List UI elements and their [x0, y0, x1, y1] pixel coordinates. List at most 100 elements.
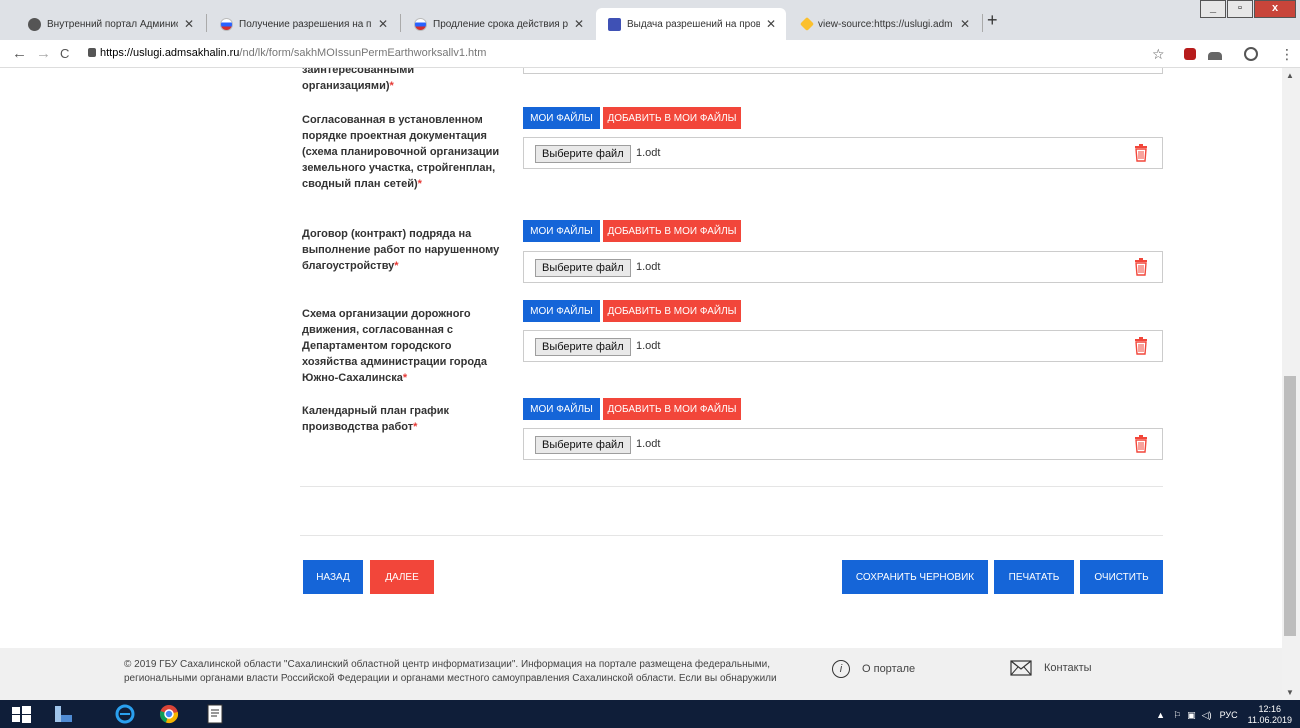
mail-icon [1010, 660, 1032, 676]
scroll-down-icon[interactable]: ▼ [1286, 688, 1294, 697]
tab-permit-extend[interactable]: Продление срока действия раз ✕ [402, 8, 594, 40]
print-button[interactable]: ПЕЧАТАТЬ [994, 560, 1074, 594]
next-button[interactable]: ДАЛЕЕ [370, 560, 434, 594]
url-path: /nd/lk/form/sakhMOIssunPermEarthworksall… [239, 47, 487, 59]
required-mark: * [394, 260, 399, 272]
reload-icon[interactable]: C [60, 46, 69, 61]
file-name: 1.odt [636, 261, 661, 273]
required-mark: * [389, 80, 394, 92]
field-label-text: заинтересованными организациями) [302, 68, 415, 92]
info-icon: i [832, 660, 850, 678]
divider [300, 535, 1163, 536]
back-button[interactable]: НАЗАД [303, 560, 363, 594]
ublock-icon[interactable] [1184, 48, 1196, 60]
contacts-link[interactable]: Контакты [1010, 660, 1092, 676]
divider [300, 486, 1163, 487]
volume-icon[interactable]: ◁) [1202, 710, 1212, 721]
file-input-box: Выберите файл 1.odt [523, 428, 1163, 460]
system-tray: ▲ ⚐ ▣ ◁) РУС 12:16 11.06.2019 [1156, 704, 1292, 726]
my-files-button[interactable]: МОИ ФАЙЛЫ [523, 220, 600, 242]
required-mark: * [413, 421, 418, 433]
diamond-icon [799, 16, 815, 32]
chrome-icon[interactable] [158, 703, 180, 725]
internet-explorer-icon[interactable] [114, 703, 136, 725]
add-to-my-files-button[interactable]: ДОБАВИТЬ В МОИ ФАЙЛЫ [603, 220, 741, 242]
add-to-my-files-button[interactable]: ДОБАВИТЬ В МОИ ФАЙЛЫ [603, 300, 741, 322]
tray-expand-icon[interactable]: ▲ [1156, 710, 1165, 720]
network-icon[interactable]: ▣ [1187, 710, 1196, 721]
add-to-my-files-button[interactable]: ДОБАВИТЬ В МОИ ФАЙЛЫ [603, 107, 741, 129]
field-label-text: Схема организации дорожного движения, со… [302, 308, 488, 384]
choose-file-button[interactable]: Выберите файл [535, 259, 631, 277]
trash-icon[interactable] [1134, 144, 1148, 162]
previous-file-box [523, 68, 1163, 74]
forward-arrow-icon[interactable]: → [36, 45, 51, 62]
choose-file-button[interactable]: Выберите файл [535, 436, 631, 454]
tab-close-icon[interactable]: ✕ [574, 17, 584, 31]
choose-file-button[interactable]: Выберите файл [535, 145, 631, 163]
windows-start-icon[interactable] [10, 703, 32, 725]
file-input-box: Выберите файл 1.odt [523, 330, 1163, 362]
file-name: 1.odt [636, 340, 661, 352]
tab-view-source[interactable]: view-source:https://uslugi.adm ✕ [790, 8, 980, 40]
field-label-previous: заинтересованными организациями)* [302, 68, 502, 94]
tab-close-icon[interactable]: ✕ [960, 17, 970, 31]
scrollbar-thumb[interactable] [1284, 376, 1296, 636]
required-mark: * [402, 372, 408, 384]
star-icon[interactable]: ☆ [1152, 46, 1165, 63]
contacts-link-label: Контакты [1044, 662, 1092, 674]
browser-tab-strip: Внутренний портал Администр ✕ Получение … [0, 0, 1300, 40]
trash-icon[interactable] [1134, 258, 1148, 276]
choose-file-button[interactable]: Выберите файл [535, 338, 631, 356]
about-link[interactable]: i О портале [832, 660, 915, 678]
tab-internal-portal[interactable]: Внутренний портал Администр ✕ [16, 8, 204, 40]
save-draft-button[interactable]: СОХРАНИТЬ ЧЕРНОВИК [842, 560, 988, 594]
trash-icon[interactable] [1134, 435, 1148, 453]
tab-permit-obtain[interactable]: Получение разрешения на про ✕ [208, 8, 398, 40]
field-label-contract: Договор (контракт) подряда на выполнение… [302, 226, 502, 274]
tab-close-icon[interactable]: ✕ [766, 17, 776, 31]
language-indicator[interactable]: РУС [1220, 710, 1238, 720]
add-to-my-files-button[interactable]: ДОБАВИТЬ В МОИ ФАЙЛЫ [603, 398, 741, 420]
window-controls: _ ▫ x [1199, 0, 1296, 18]
trash-icon[interactable] [1134, 337, 1148, 355]
tab-title: Получение разрешения на про [239, 18, 372, 30]
required-mark: * [417, 178, 422, 190]
notepad-icon[interactable] [204, 703, 226, 725]
new-tab-button[interactable]: + [987, 10, 998, 31]
maximize-button[interactable]: ▫ [1227, 0, 1253, 18]
tab-close-icon[interactable]: ✕ [378, 17, 388, 31]
my-files-button[interactable]: МОИ ФАЙЛЫ [523, 107, 600, 129]
flag-icon [220, 17, 233, 31]
footer-copyright: © 2019 ГБУ Сахалинской области "Сахалинс… [124, 659, 777, 684]
my-files-button[interactable]: МОИ ФАЙЛЫ [523, 398, 600, 420]
clear-button[interactable]: ОЧИСТИТЬ [1080, 560, 1163, 594]
clock[interactable]: 12:16 11.06.2019 [1248, 704, 1292, 726]
document-icon [608, 17, 621, 31]
windows-taskbar: ▲ ⚐ ▣ ◁) РУС 12:16 11.06.2019 [0, 700, 1300, 728]
url-host: https://uslugi.admsakhalin.ru [100, 47, 240, 59]
field-label-text: Договор (контракт) подряда на выполнение… [302, 228, 500, 272]
flag-tray-icon[interactable]: ⚐ [1173, 710, 1181, 721]
field-label-text: Календарный план график производства раб… [302, 405, 450, 433]
tab-close-icon[interactable]: ✕ [184, 17, 194, 31]
globe-icon [28, 17, 41, 31]
page-scrollbar[interactable]: ▲ ▼ [1282, 68, 1300, 700]
minimize-button[interactable]: _ [1200, 0, 1226, 18]
extension-icon[interactable] [1208, 52, 1222, 60]
back-arrow-icon[interactable]: ← [12, 45, 27, 62]
field-label-traffic-scheme: Схема организации дорожного движения, со… [302, 306, 502, 386]
my-files-button[interactable]: МОИ ФАЙЛЫ [523, 300, 600, 322]
about-link-label: О портале [862, 663, 916, 675]
close-window-button[interactable]: x [1254, 0, 1296, 18]
account-icon[interactable] [1244, 47, 1258, 61]
file-input-box: Выберите файл 1.odt [523, 251, 1163, 283]
url-field[interactable]: https://uslugi.admsakhalin.ru/nd/lk/form… [100, 47, 486, 59]
scroll-up-icon[interactable]: ▲ [1286, 71, 1294, 80]
tab-title: Внутренний портал Администр [47, 18, 178, 30]
tab-permit-issue[interactable]: Выдача разрешений на провед ✕ [596, 8, 786, 40]
footer: © 2019 ГБУ Сахалинской области "Сахалинс… [0, 648, 1282, 700]
field-label-schedule: Календарный план график производства раб… [302, 403, 502, 435]
menu-icon[interactable]: ⋮ [1280, 46, 1294, 63]
server-manager-icon[interactable] [52, 703, 74, 725]
